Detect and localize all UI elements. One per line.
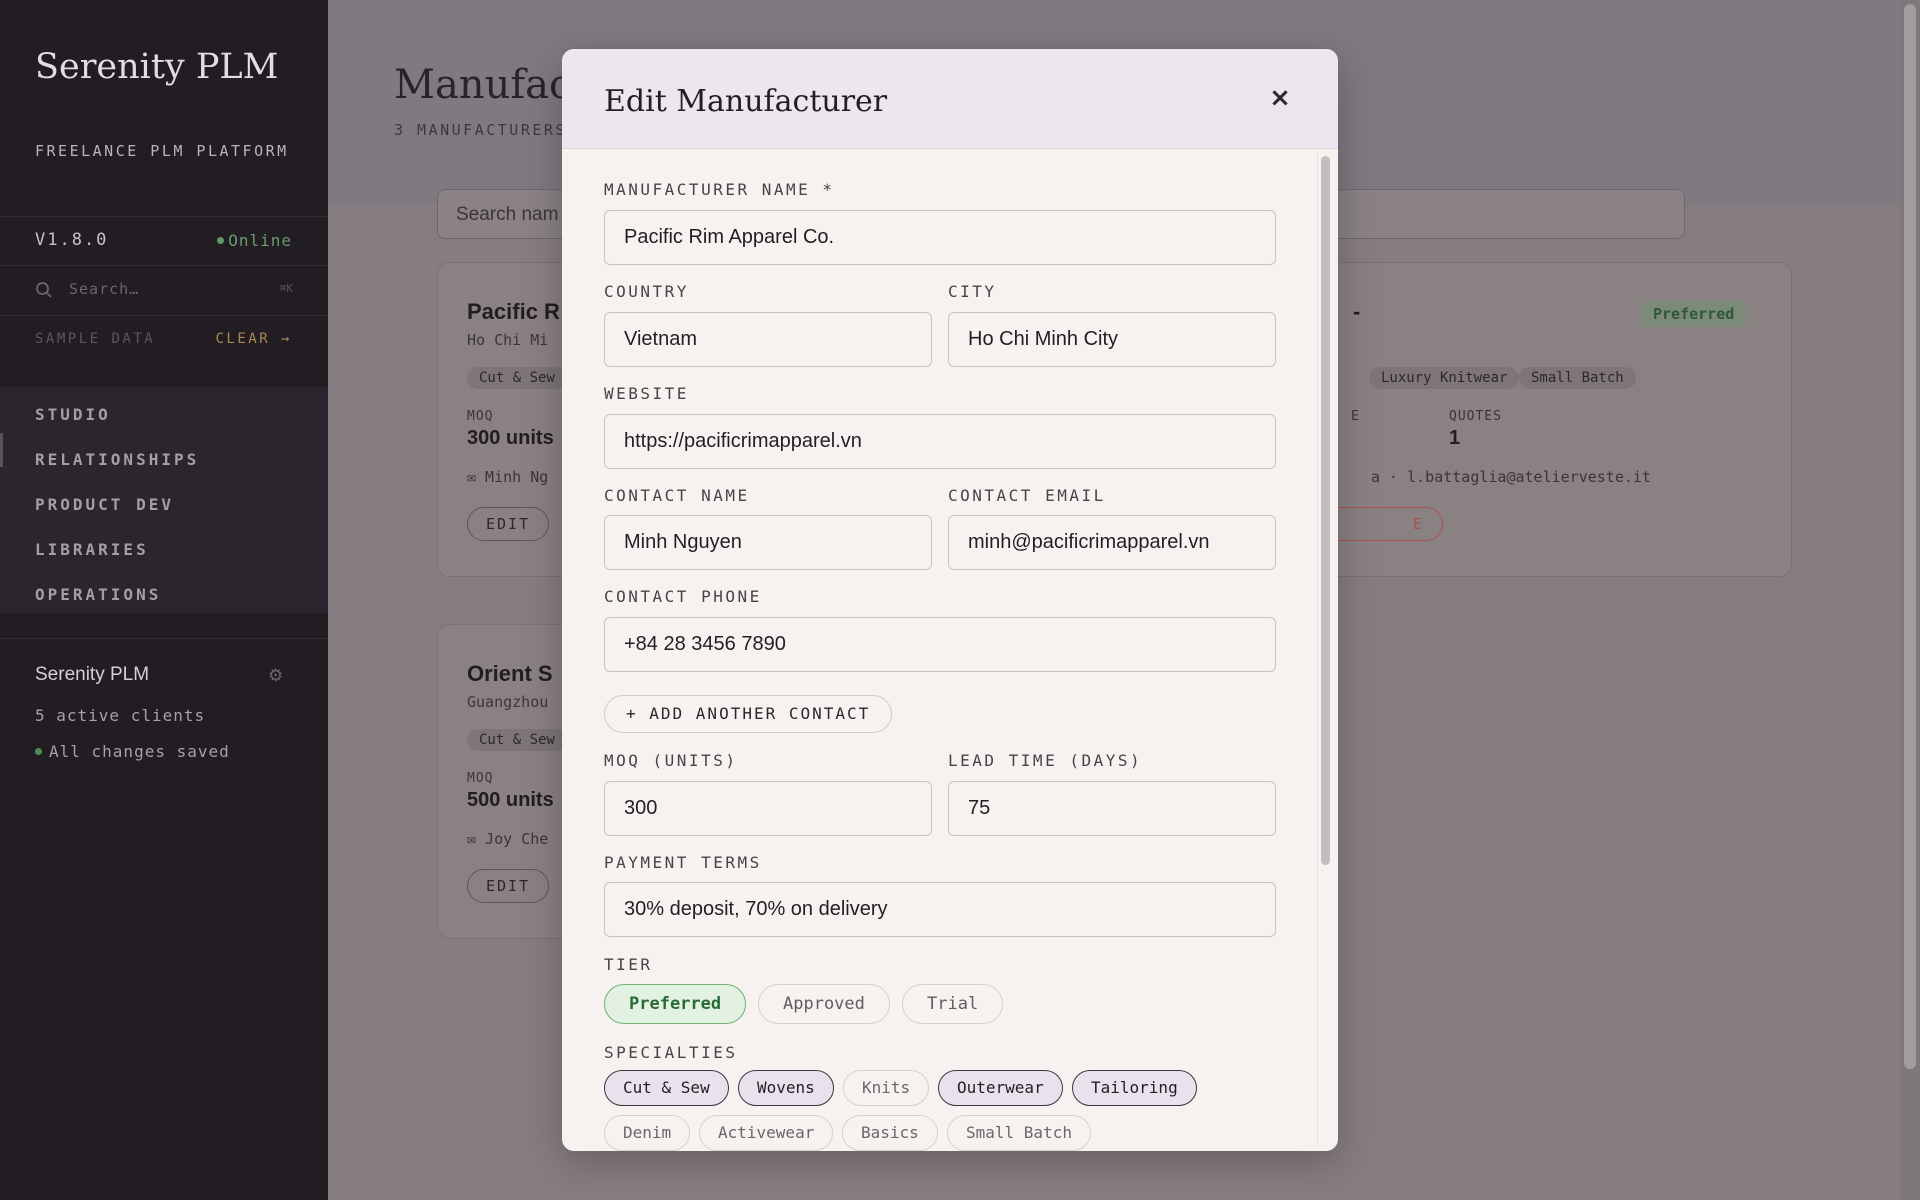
- card-title: -: [1353, 299, 1361, 324]
- sample-data-label: SAMPLE DATA: [35, 331, 156, 347]
- specialties-label: SPECIALTIES: [604, 1043, 738, 1062]
- moq-label: MOQ: [467, 409, 494, 424]
- edit-manufacturer-modal: Edit Manufacturer × MANUFACTURER NAME * …: [562, 49, 1338, 1151]
- search-icon: [36, 282, 52, 298]
- add-contact-button[interactable]: + ADD ANOTHER CONTACT: [604, 695, 893, 733]
- contact-name-label: CONTACT NAME: [604, 486, 750, 505]
- card-title: Pacific R: [467, 299, 560, 324]
- edit-button[interactable]: EDIT: [467, 869, 550, 903]
- manufacturer-count: 3 MANUFACTURERS: [394, 121, 567, 139]
- website-label: WEBSITE: [604, 384, 689, 403]
- moq-field[interactable]: [604, 781, 932, 836]
- moq-value: 300 units: [467, 427, 554, 449]
- specialty-cut-sew[interactable]: Cut & Sew: [604, 1070, 729, 1106]
- moq-label: MOQ (UNITS): [604, 751, 738, 770]
- divider: [0, 638, 328, 639]
- specialty-basics[interactable]: Basics: [842, 1115, 938, 1151]
- website-field[interactable]: [604, 414, 1276, 469]
- quotes-label: QUOTES: [1449, 409, 1502, 424]
- moq-value: 500 units: [467, 789, 554, 811]
- city-label: CITY: [948, 282, 997, 301]
- sidebar-nav: STUDIO RELATIONSHIPS PRODUCT DEV LIBRARI…: [0, 387, 328, 613]
- page-scrollbar-thumb[interactable]: [1904, 4, 1916, 1069]
- specialty-wovens[interactable]: Wovens: [738, 1070, 834, 1106]
- page-scrollbar[interactable]: [1900, 0, 1920, 1200]
- card-contact: a · l.battaglia@atelierveste.it: [1371, 468, 1651, 486]
- saved-dot-icon: [35, 748, 42, 755]
- lead-time-field[interactable]: [948, 781, 1276, 836]
- status-indicator: Online: [217, 231, 292, 250]
- payment-terms-label: PAYMENT TERMS: [604, 853, 762, 872]
- moq-label: MOQ: [467, 771, 494, 786]
- specialty-chip: Cut & Sew: [467, 367, 567, 389]
- sidebar: Serenity PLM FREELANCE PLM PLATFORM V1.8…: [0, 0, 328, 1200]
- contact-name-field[interactable]: [604, 515, 932, 570]
- contact-email-field[interactable]: [948, 515, 1276, 570]
- active-clients-count: 5 active clients: [35, 706, 206, 725]
- contact-email-label: CONTACT EMAIL: [948, 486, 1106, 505]
- sidebar-item-libraries[interactable]: LIBRARIES: [35, 540, 149, 559]
- modal-form: MANUFACTURER NAME * COUNTRY CITY WEBSITE…: [562, 150, 1338, 1151]
- save-status: All changes saved: [35, 742, 230, 761]
- specialty-denim[interactable]: Denim: [604, 1115, 691, 1151]
- modal-scrollbar-thumb[interactable]: [1321, 156, 1330, 865]
- sidebar-item-product-dev[interactable]: PRODUCT DEV: [35, 495, 174, 514]
- specialty-outerwear[interactable]: Outerwear: [938, 1070, 1063, 1106]
- payment-terms-field[interactable]: [604, 882, 1276, 937]
- city-field[interactable]: [948, 312, 1276, 367]
- close-icon[interactable]: ×: [1265, 83, 1295, 113]
- country-label: COUNTRY: [604, 282, 689, 301]
- sidebar-item-operations[interactable]: OPERATIONS: [35, 585, 161, 604]
- edit-button[interactable]: EDIT: [467, 507, 550, 541]
- specialty-chip: Small Batch: [1519, 367, 1636, 389]
- sidebar-item-studio[interactable]: STUDIO: [35, 405, 111, 424]
- search-placeholder: Search nam: [456, 204, 559, 225]
- manufacturer-name-field[interactable]: [604, 210, 1276, 265]
- lead-time-label: LEAD TIME (DAYS): [948, 751, 1143, 770]
- sidebar-search[interactable]: Search… ⌘K: [35, 278, 293, 302]
- status-text: Online: [228, 231, 292, 250]
- brand-subtitle: FREELANCE PLM PLATFORM: [35, 142, 289, 160]
- save-status-text: All changes saved: [49, 742, 230, 761]
- manufacturer-name-label: MANUFACTURER NAME *: [604, 180, 835, 199]
- specialty-small-batch[interactable]: Small Batch: [947, 1115, 1091, 1151]
- sample-data-row: SAMPLE DATA CLEAR →: [0, 315, 328, 363]
- contact-phone-field[interactable]: [604, 617, 1276, 672]
- card-contact: ✉ Joy Che: [467, 830, 549, 848]
- quotes-value: 1: [1449, 427, 1461, 449]
- card-title: Orient S: [467, 661, 553, 686]
- card-location: Guangzhou: [467, 693, 549, 711]
- country-field[interactable]: [604, 312, 932, 367]
- sidebar-item-relationships[interactable]: RELATIONSHIPS: [35, 450, 199, 469]
- brand-name: Serenity PLM: [35, 47, 279, 87]
- tier-option-approved[interactable]: Approved: [758, 984, 890, 1024]
- tier-label: TIER: [604, 955, 653, 974]
- tier-option-trial[interactable]: Trial: [902, 984, 1004, 1024]
- gear-icon[interactable]: ⚙: [268, 666, 283, 686]
- specialty-chip: Luxury Knitwear: [1369, 367, 1520, 389]
- card-contact: ✉ Minh Ng: [467, 468, 549, 486]
- manufacturer-card[interactable]: - Preferred Luxury Knitwear Small Batch …: [1319, 262, 1792, 577]
- sidebar-search-placeholder: Search…: [69, 280, 140, 298]
- specialty-knits[interactable]: Knits: [843, 1070, 930, 1106]
- modal-scrollbar[interactable]: [1317, 153, 1331, 1143]
- lead-time-label: E: [1351, 409, 1360, 424]
- card-location: Ho Chi Mi: [467, 331, 549, 349]
- clear-sample-button[interactable]: CLEAR →: [215, 331, 292, 347]
- version-row: V1.8.0 Online: [0, 216, 328, 266]
- nav-active-indicator: [0, 433, 3, 467]
- status-dot-icon: [217, 237, 225, 244]
- modal-header: Edit Manufacturer ×: [562, 49, 1338, 149]
- modal-title: Edit Manufacturer: [604, 84, 888, 119]
- specialty-activewear[interactable]: Activewear: [699, 1115, 834, 1151]
- contact-phone-label: CONTACT PHONE: [604, 587, 762, 606]
- specialty-tailoring[interactable]: Tailoring: [1072, 1070, 1197, 1106]
- version-label: V1.8.0: [35, 230, 109, 250]
- workspace-name: Serenity PLM: [35, 664, 150, 685]
- preferred-badge: Preferred: [1641, 301, 1747, 327]
- specialty-chip: Cut & Sew: [467, 729, 567, 751]
- search-shortcut: ⌘K: [279, 282, 293, 295]
- tier-option-preferred[interactable]: Preferred: [604, 984, 747, 1024]
